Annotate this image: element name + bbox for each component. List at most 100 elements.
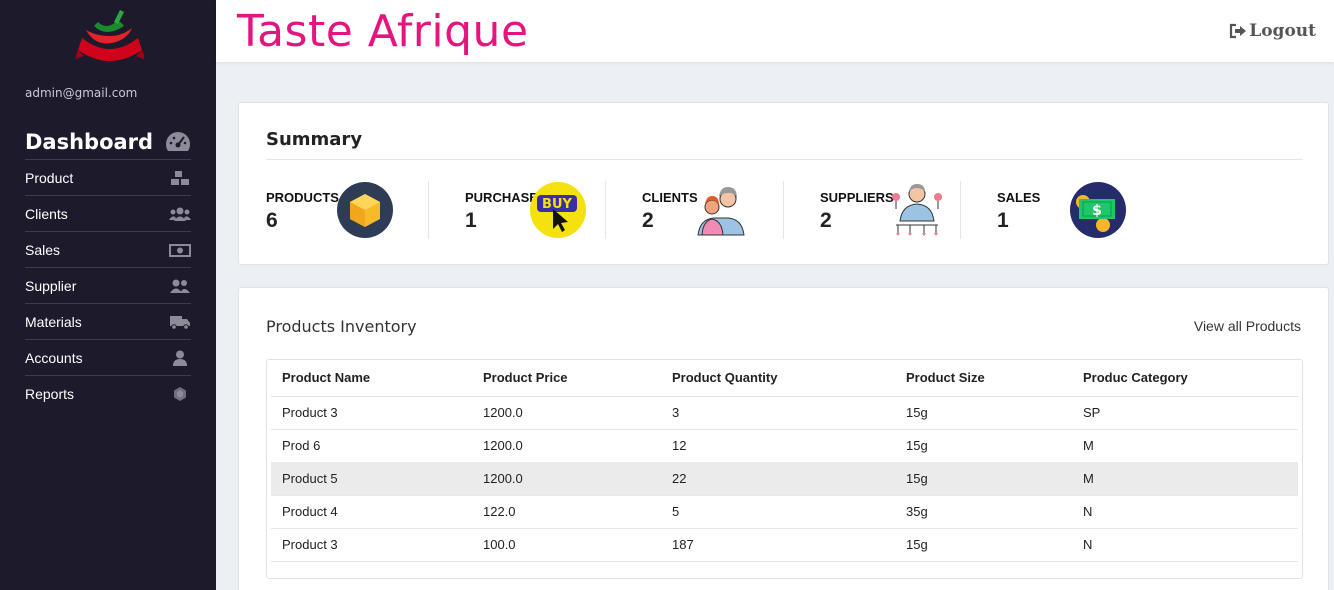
sidebar-item-label: Product [25,169,74,186]
inventory-title: Products Inventory [266,317,417,336]
cell-product-category: SP [1072,396,1298,430]
stat-suppliers[interactable]: SUPPLIERS 2 [820,181,980,239]
stat-clients[interactable]: CLIENTS 2 [642,181,802,239]
stat-value: 2 [820,209,832,232]
sidebar-item-supplier[interactable]: Supplier [25,268,191,304]
logout-button[interactable]: Logout [1229,21,1316,41]
inventory-card: Products Inventory View all Products Pro… [238,287,1329,590]
stat-label: SUPPLIERS [820,190,894,205]
brand-title: Taste Afrique [237,6,529,57]
logout-label: Logout [1249,21,1316,41]
sidebar-item-reports[interactable]: Reports [25,376,191,412]
column-header-product-category[interactable]: Produc Category [1072,360,1298,397]
nav-dashboard[interactable]: Dashboard [25,124,191,160]
summary-title: Summary [266,129,363,150]
view-all-products-link[interactable]: View all Products [1194,318,1301,334]
chili-logo-icon [76,10,144,61]
sidebar-item-label: Materials [25,313,82,330]
cell-product-size: 15g [895,528,1072,562]
sidebar-item-accounts[interactable]: Accounts [25,340,191,376]
cell-product-quantity: 187 [661,528,895,562]
column-header-product-name[interactable]: Product Name [271,360,472,397]
cell-product-name: Product 3 [271,396,472,430]
user-friends-icon [169,278,191,294]
clients-group-icon [697,187,745,236]
nav-dashboard-label: Dashboard [25,129,154,154]
cell-product-category: M [1072,429,1298,463]
cell-product-name: Prod 6 [271,429,472,463]
divider [605,181,606,239]
sidebar-item-label: Accounts [25,349,83,366]
cell-product-quantity: 22 [661,462,895,496]
sidebar-item-sales[interactable]: Sales [25,232,191,268]
tachometer-icon [166,131,190,151]
stat-label: SALES [997,190,1041,205]
column-header-product-quantity[interactable]: Product Quantity [661,360,895,397]
cell-product-price: 122.0 [472,495,661,529]
money-bill-icon [169,242,191,258]
table-header-row: Product Name Product Price Product Quant… [271,360,1298,397]
cell-product-price: 1200.0 [472,396,661,430]
hexagon-icon [169,386,191,402]
sidebar-item-clients[interactable]: Clients [25,196,191,232]
divider [266,159,1303,160]
sidebar-item-materials[interactable]: Materials [25,304,191,340]
cell-product-price: 1200.0 [472,429,661,463]
user-email: admin@gmail.com [25,86,138,100]
divider [783,181,784,239]
table-row[interactable]: Prod 6 1200.0 12 15g M [271,429,1298,463]
stat-purchase[interactable]: PURCHASE 1 BUY [465,181,625,239]
table-row[interactable]: Product 4 122.0 5 35g N [271,495,1298,529]
cell-product-size: 15g [895,429,1072,463]
stat-label: PRODUCTS [266,190,339,205]
sidebar-item-label: Reports [25,386,75,402]
user-icon [169,350,191,366]
cash-money-icon: $ [1070,182,1126,238]
summary-card: Summary PRODUCTS 6 PURCHASE 1 BUY CLIENT… [238,102,1329,265]
cell-product-name: Product 5 [271,462,472,496]
boxes-icon [169,170,191,186]
stat-label: PURCHASE [465,190,538,205]
sidebar-item-label: Supplier [25,277,77,294]
top-header: Taste Afrique Logout [216,0,1334,62]
sidebar-item-label: Clients [25,205,68,222]
stat-sales[interactable]: SALES 1 $ [997,181,1157,239]
cell-product-category: N [1072,528,1298,562]
inventory-table: Product Name Product Price Product Quant… [271,360,1298,562]
nav-list: Product Clients Sales Supplier Materials [25,160,191,412]
cell-product-size: 15g [895,396,1072,430]
sidebar: admin@gmail.com Dashboard Product Client… [0,0,216,590]
stat-value: 1 [465,209,477,232]
stat-label: CLIENTS [642,190,698,205]
cell-product-category: N [1072,495,1298,529]
cell-product-size: 15g [895,462,1072,496]
package-box-icon [337,182,393,238]
divider [960,181,961,239]
cell-product-quantity: 3 [661,396,895,430]
truck-icon [169,314,191,330]
stat-value: 2 [642,209,654,232]
cell-product-name: Product 4 [271,495,472,529]
stat-value: 6 [266,209,278,232]
cell-product-price: 1200.0 [472,462,661,496]
sign-out-icon [1230,23,1247,39]
cell-product-size: 35g [895,495,1072,529]
cell-product-quantity: 12 [661,429,895,463]
cell-product-quantity: 5 [661,495,895,529]
dollar-sign-text: $ [1092,203,1102,219]
stat-products[interactable]: PRODUCTS 6 [266,181,426,239]
column-header-product-size[interactable]: Product Size [895,360,1072,397]
table-row[interactable]: Product 5 1200.0 22 15g M [271,462,1298,496]
sidebar-item-label: Sales [25,241,61,258]
buy-cursor-icon: BUY [530,182,586,238]
buy-badge-text: BUY [542,197,572,212]
users-icon [169,206,191,222]
sidebar-item-product[interactable]: Product [25,160,191,196]
inventory-table-container: Product Name Product Price Product Quant… [266,359,1303,579]
column-header-product-price[interactable]: Product Price [472,360,661,397]
divider [428,181,429,239]
cell-product-price: 100.0 [472,528,661,562]
table-row[interactable]: Product 3 100.0 187 15g N [271,528,1298,562]
cell-product-name: Product 3 [271,528,472,562]
table-row[interactable]: Product 3 1200.0 3 15g SP [271,396,1298,430]
